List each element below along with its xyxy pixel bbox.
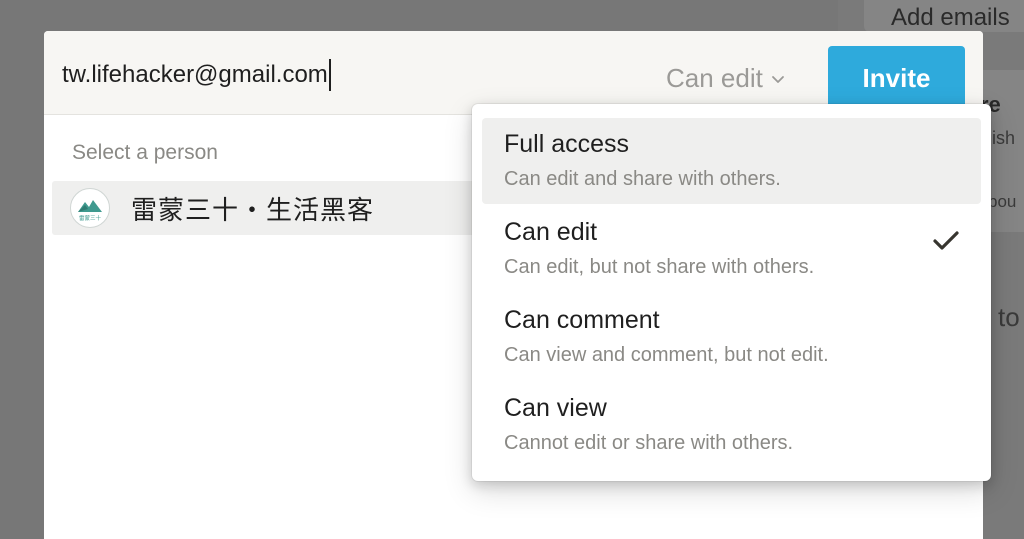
invite-header: tw.lifehacker@gmail.com Can edit Invite bbox=[44, 31, 983, 115]
avatar: 雷蒙三十 bbox=[70, 188, 110, 228]
background-text-fragment: lish bbox=[988, 128, 1016, 148]
menu-item-can-view[interactable]: Can view Cannot edit or share with other… bbox=[482, 382, 981, 468]
permission-select-value: Can edit bbox=[666, 63, 763, 93]
menu-item-title: Full access bbox=[504, 130, 630, 158]
text-caret bbox=[328, 59, 331, 91]
mountain-logo-icon: 雷蒙三十 bbox=[73, 191, 107, 225]
menu-item-can-edit[interactable]: Can edit Can edit, but not share with ot… bbox=[482, 206, 981, 292]
menu-item-description: Can view and comment, but not edit. bbox=[504, 344, 829, 366]
section-label: Select a person bbox=[72, 141, 218, 164]
menu-item-description: Can edit and share with others. bbox=[504, 168, 781, 190]
permission-select[interactable]: Can edit bbox=[666, 63, 785, 94]
menu-item-description: Cannot edit or share with others. bbox=[504, 432, 794, 454]
menu-item-can-comment[interactable]: Can comment Can view and comment, but no… bbox=[482, 294, 981, 380]
menu-item-full-access[interactable]: Full access Can edit and share with othe… bbox=[482, 118, 981, 204]
person-list-item[interactable]: 雷蒙三十 雷蒙三十・生活黑客 bbox=[52, 181, 492, 235]
menu-item-title: Can comment bbox=[504, 306, 660, 334]
menu-item-title: Can edit bbox=[504, 218, 598, 246]
person-name: 雷蒙三十・生活黑客 bbox=[131, 194, 375, 225]
chevron-down-icon bbox=[771, 72, 785, 86]
background-add-emails-text: Add emails bbox=[891, 4, 1010, 31]
email-input-value: tw.lifehacker@gmail.com bbox=[62, 61, 328, 88]
menu-item-title: Can view bbox=[504, 394, 607, 422]
permissions-menu: Full access Can edit and share with othe… bbox=[472, 104, 991, 481]
checkmark-icon bbox=[931, 228, 961, 254]
menu-item-description: Can edit, but not share with others. bbox=[504, 256, 815, 278]
background-text-fragment: to bbox=[998, 302, 1020, 332]
invite-button[interactable]: Invite bbox=[828, 46, 965, 110]
background-text-fragment: bou bbox=[988, 192, 1017, 211]
avatar-logo-text: 雷蒙三十 bbox=[79, 214, 102, 222]
email-input[interactable]: tw.lifehacker@gmail.com bbox=[62, 57, 622, 93]
